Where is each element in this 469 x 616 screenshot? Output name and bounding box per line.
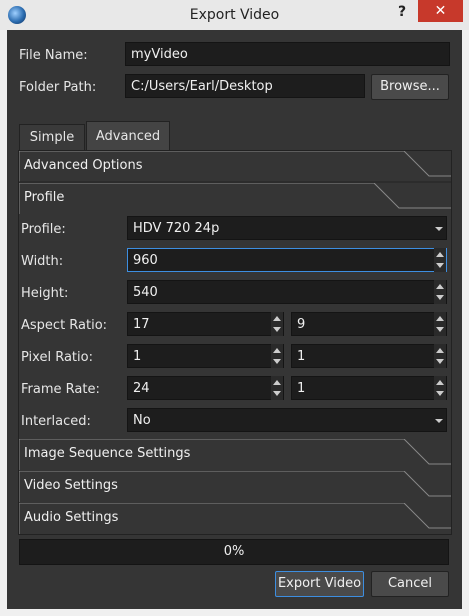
aspect-den-input[interactable]: 9	[291, 312, 447, 336]
fps-den-input[interactable]: 1	[291, 376, 447, 400]
tab-simple[interactable]: Simple	[19, 124, 85, 151]
section-profile[interactable]: Profile	[19, 183, 451, 215]
section-video[interactable]: Video Settings	[19, 471, 451, 503]
section-audio[interactable]: Audio Settings	[19, 503, 451, 534]
title-bar: Export Video ? ✕	[0, 0, 469, 30]
help-button[interactable]: ?	[393, 4, 411, 26]
profile-select-value: HDV 720 24p	[133, 221, 220, 236]
height-label: Height:	[21, 286, 69, 301]
width-label: Width:	[21, 254, 64, 269]
frame-rate-label: Frame Rate:	[21, 382, 100, 397]
section-title: Profile	[24, 190, 65, 205]
aspect-den-spinner[interactable]	[434, 312, 446, 336]
pixel-den-spinner[interactable]	[434, 344, 446, 368]
pixel-num-spinner[interactable]	[271, 344, 283, 368]
height-input[interactable]: 540	[127, 280, 447, 304]
fps-den-spinner[interactable]	[434, 376, 446, 400]
interlaced-select[interactable]: No	[127, 408, 447, 432]
profile-select[interactable]: HDV 720 24p	[127, 216, 447, 240]
section-tab-shape	[19, 183, 451, 214]
pixel-den-input[interactable]: 1	[291, 344, 447, 368]
progress-text: 0%	[223, 544, 245, 559]
pixel-num-input[interactable]: 1	[127, 344, 284, 368]
browse-button[interactable]: Browse...	[371, 74, 449, 100]
interlaced-select-value: No	[133, 413, 151, 428]
export-progress-bar: 0%	[19, 539, 449, 565]
chevron-down-icon	[433, 217, 445, 241]
close-button[interactable]: ✕	[418, 0, 463, 22]
section-title: Image Sequence Settings	[24, 446, 191, 461]
section-title: Audio Settings	[24, 510, 119, 525]
folder-path-input[interactable]: C:/Users/Earl/Desktop	[125, 74, 365, 98]
section-advanced-options[interactable]: Advanced Options	[19, 151, 451, 183]
aspect-num-spinner[interactable]	[271, 312, 283, 336]
width-spinner[interactable]	[434, 248, 446, 272]
file-name-label: File Name:	[19, 48, 88, 63]
chevron-down-icon	[433, 409, 445, 433]
export-video-button[interactable]: Export Video	[275, 571, 364, 597]
cancel-button[interactable]: Cancel	[371, 571, 449, 597]
profile-label: Profile:	[21, 222, 66, 237]
fps-num-input[interactable]: 24	[127, 376, 284, 400]
interlaced-label: Interlaced:	[21, 414, 91, 429]
section-title: Advanced Options	[24, 158, 143, 173]
width-input[interactable]: 960	[127, 248, 447, 272]
height-spinner[interactable]	[434, 280, 446, 304]
section-image-sequence[interactable]: Image Sequence Settings	[19, 439, 451, 471]
aspect-num-input[interactable]: 17	[127, 312, 284, 336]
fps-num-spinner[interactable]	[271, 376, 283, 400]
section-title: Video Settings	[24, 478, 118, 493]
file-name-input[interactable]: myVideo	[125, 42, 450, 66]
aspect-ratio-label: Aspect Ratio:	[21, 318, 108, 333]
tab-advanced[interactable]: Advanced	[86, 121, 170, 151]
pixel-ratio-label: Pixel Ratio:	[21, 350, 93, 365]
folder-path-label: Folder Path:	[19, 80, 97, 95]
